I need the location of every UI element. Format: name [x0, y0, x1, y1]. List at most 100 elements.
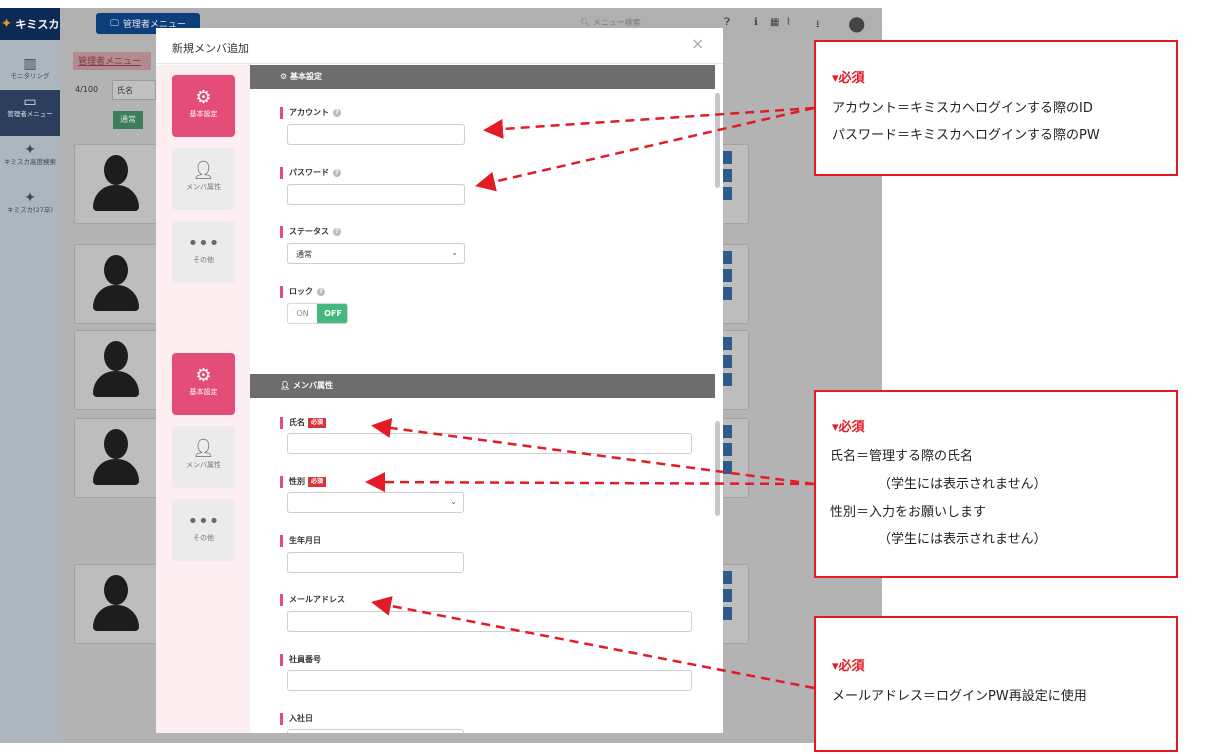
member-card[interactable] — [74, 330, 162, 410]
nav-basic-settings[interactable]: ⚙ 基本設定 — [172, 75, 235, 137]
lock-off-option[interactable]: OFF — [317, 304, 347, 323]
calendar-icon[interactable]: ▦ — [770, 17, 779, 28]
sidebar: ▥ モニタリング ▭ 管理者メニュー ✦ キミスカ高度検索 ✦ キミスカ(27卒… — [0, 40, 60, 743]
modal-nav: ⚙ 基本設定 👤︎ メンバ属性 ••• その他 — [156, 65, 250, 343]
birthdate-label: 生年月日 — [280, 535, 321, 547]
member-card[interactable] — [74, 418, 162, 498]
help-icon[interactable]: ? — [317, 288, 325, 296]
callout-line: メールアドレス＝ログインPW再設定に使用 — [832, 689, 1087, 704]
scrollbar[interactable] — [715, 421, 720, 516]
field-label-text: メールアドレス — [289, 595, 345, 604]
nav-label: メンバ属性 — [186, 183, 221, 191]
nav-member-attributes[interactable]: 👤︎ メンバ属性 — [172, 426, 235, 488]
person-icon: 👤︎ — [280, 381, 293, 390]
name-input[interactable] — [287, 433, 692, 454]
scrollbar[interactable] — [715, 93, 720, 188]
callout-line: 性別＝入力をお願いします — [830, 505, 987, 520]
member-card-actions[interactable] — [721, 244, 749, 324]
employee-number-label: 社員番号 — [280, 654, 321, 666]
field-label-text: パスワード — [289, 168, 329, 177]
required-badge: 必須 — [308, 418, 327, 428]
nav-label: その他 — [193, 256, 214, 264]
monitor-icon: 🖵 — [110, 18, 119, 29]
member-card-actions[interactable] — [721, 564, 749, 644]
download-icon[interactable]: ⭳ — [816, 17, 820, 34]
sidebar-item-kimisuka-27[interactable]: ✦ キミスカ(27卒) — [0, 190, 60, 215]
star-icon: ✦ — [24, 190, 36, 206]
nav-other[interactable]: ••• その他 — [172, 221, 235, 283]
person-icon: 👤︎ — [192, 160, 215, 181]
avatar — [93, 429, 139, 487]
breadcrumb-admin-menu[interactable]: 管理者メニュー — [73, 52, 151, 70]
callout-title: ▾必須 — [832, 659, 865, 674]
member-card[interactable] — [74, 244, 162, 324]
more-icon: ••• — [187, 233, 220, 254]
help-icon[interactable]: ? — [333, 109, 341, 117]
modal-body: ⚙ 基本設定 👤︎ メンバ属性 ••• その他 ⚙ 基本設定 アカウント? パス… — [156, 65, 723, 733]
sidebar-item-label: キミスカ高度検索 — [4, 158, 56, 166]
member-card-actions[interactable] — [721, 418, 749, 498]
chevron-down-icon: ⌄ — [450, 497, 457, 506]
sidebar-item-label: モニタリング — [10, 72, 50, 80]
gear-icon: ⚙ — [195, 87, 212, 108]
member-card-actions[interactable] — [721, 330, 749, 410]
member-card[interactable] — [74, 144, 162, 224]
lock-on-option[interactable]: ON — [288, 304, 317, 323]
birthdate-input[interactable] — [287, 552, 464, 573]
sidebar-item-admin-menu[interactable]: ▭ 管理者メニュー — [0, 90, 60, 136]
account-input[interactable] — [287, 124, 465, 145]
help-icon[interactable]: ? — [333, 228, 341, 236]
member-card-actions[interactable] — [721, 144, 749, 224]
member-card[interactable] — [74, 564, 162, 644]
info-icon[interactable]: ℹ — [754, 17, 758, 28]
nav-label: メンバ属性 — [186, 461, 221, 469]
lock-toggle[interactable]: ON OFF — [287, 303, 348, 324]
status-filter-button[interactable]: 通常 — [113, 111, 143, 129]
avatar — [93, 155, 139, 213]
sidebar-item-label: 管理者メニュー — [7, 110, 53, 118]
gender-label: 性別 必須 — [280, 476, 327, 488]
employee-number-input[interactable] — [287, 670, 692, 691]
status-label: ステータス? — [280, 226, 341, 238]
person-icon: 👤︎ — [192, 438, 215, 459]
help-icon[interactable]: ❓︎ — [724, 17, 730, 28]
field-label-text: 入社日 — [289, 714, 313, 723]
modal-header: 新規メンバ追加 × — [156, 28, 723, 64]
field-label-text: 社員番号 — [289, 655, 321, 664]
star-icon: ✦ — [24, 142, 36, 158]
close-icon[interactable]: × — [691, 36, 704, 52]
join-date-input[interactable] — [287, 729, 464, 733]
lock-label: ロック? — [280, 286, 325, 298]
gender-select[interactable]: ⌄ — [287, 492, 464, 513]
password-input[interactable] — [287, 184, 465, 205]
user-avatar-icon[interactable]: ● — [848, 11, 865, 35]
field-label-text: ステータス — [289, 227, 329, 236]
email-input[interactable] — [287, 611, 692, 632]
field-label-text: 生年月日 — [289, 536, 321, 545]
app-logo[interactable]: ✦ キミスカ — [0, 8, 60, 40]
nav-label: 基本設定 — [189, 110, 218, 118]
sidebar-item-label: キミスカ(27卒) — [7, 206, 53, 214]
nav-member-attributes[interactable]: 👤︎ メンバ属性 — [172, 148, 235, 210]
nav-label: 基本設定 — [189, 388, 218, 396]
nav-other[interactable]: ••• その他 — [172, 499, 235, 561]
graph-icon[interactable]: ⌇ — [786, 17, 791, 28]
section-title: メンバ属性 — [292, 381, 333, 390]
help-icon[interactable]: ? — [333, 169, 341, 177]
sidebar-item-advanced-search[interactable]: ✦ キミスカ高度検索 — [0, 142, 60, 167]
basic-settings-header: ⚙ 基本設定 — [250, 65, 715, 89]
callout-title: ▾必須 — [832, 71, 865, 86]
status-select[interactable]: 通常 ⌄ — [287, 243, 465, 264]
field-label-text: 性別 — [289, 477, 305, 486]
avatar — [93, 341, 139, 399]
name-filter-field[interactable]: 氏名 — [112, 80, 156, 100]
callout-account-password: ▾必須 アカウント＝キミスカへログインする際のID パスワード＝キミスカへログイ… — [814, 40, 1178, 176]
callout-email: ▾必須 メールアドレス＝ログインPW再設定に使用 — [814, 616, 1178, 752]
status-select-value: 通常 — [296, 250, 312, 259]
callout-line: アカウント＝キミスカへログインする際のID — [832, 101, 1093, 116]
nav-basic-settings[interactable]: ⚙ 基本設定 — [172, 353, 235, 415]
callout-line: （学生には表示されません） — [878, 477, 1047, 492]
gear-icon: ⚙ — [195, 365, 212, 386]
chevron-down-icon: ⌄ — [451, 248, 458, 257]
sidebar-item-monitoring[interactable]: ▥ モニタリング — [0, 56, 60, 81]
